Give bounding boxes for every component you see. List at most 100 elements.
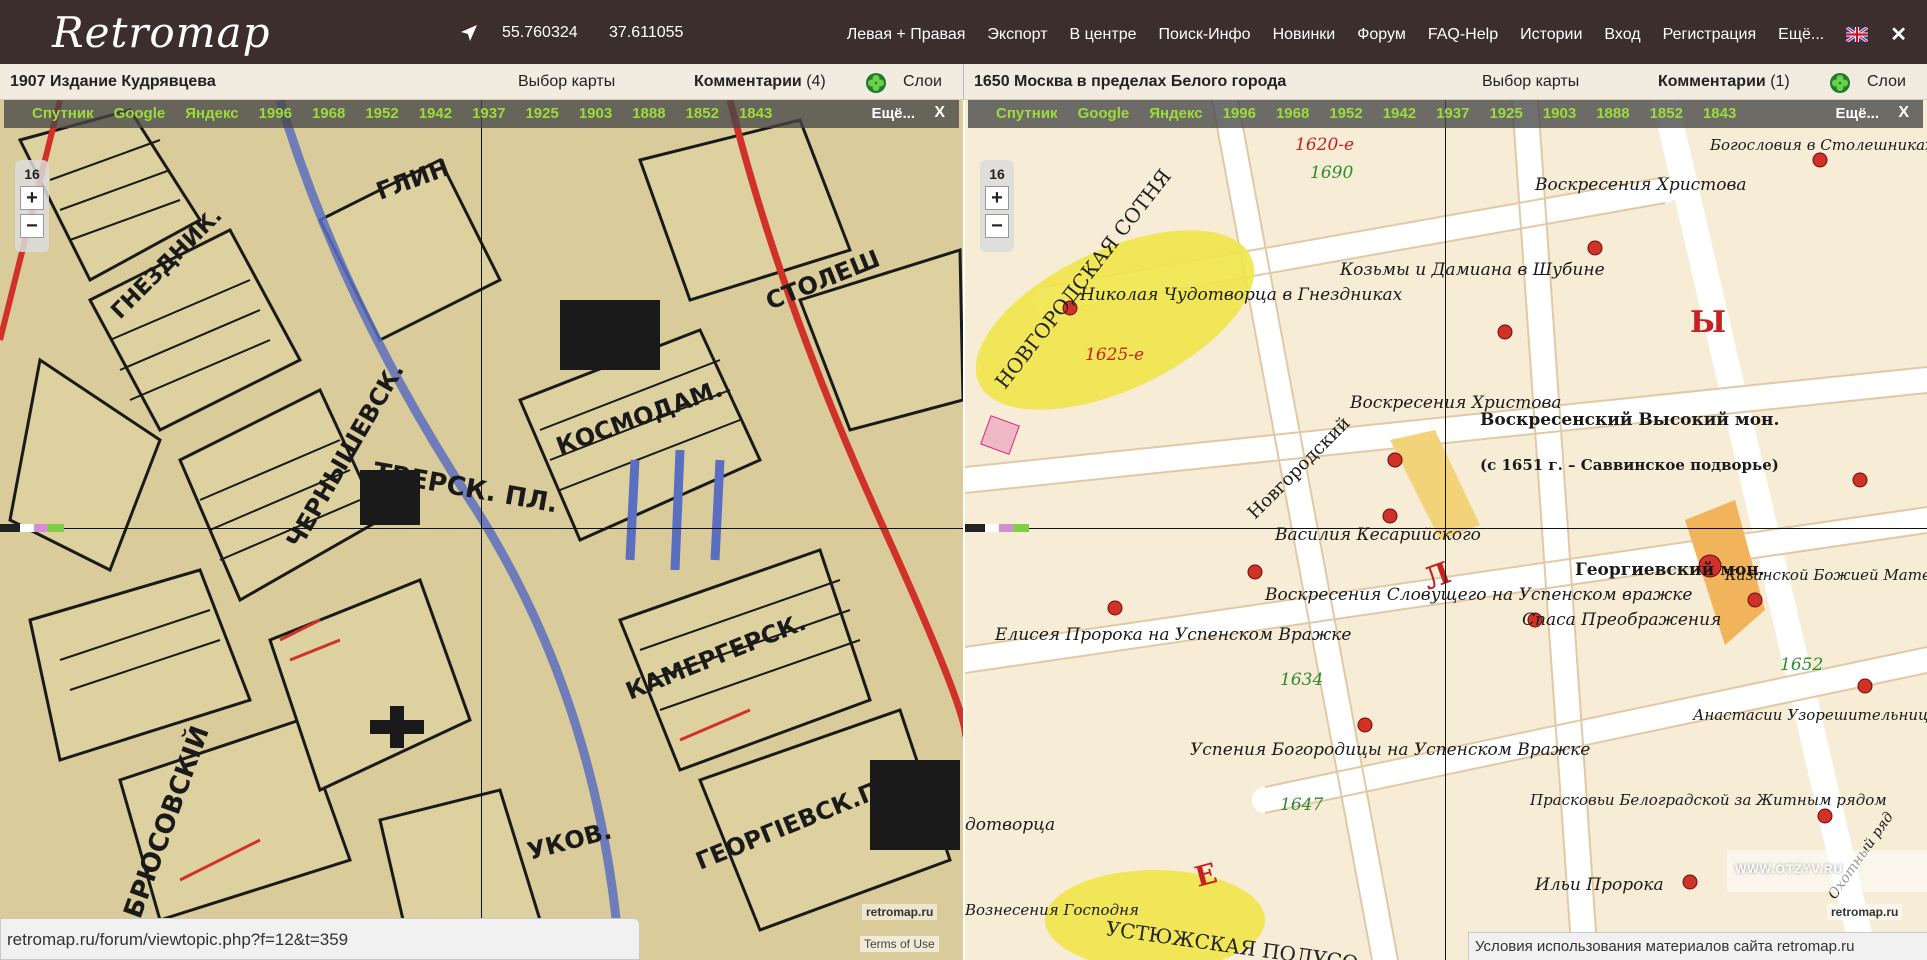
comments-label: Комментарии xyxy=(694,73,802,90)
terms-of-use-link[interactable]: Terms of Use xyxy=(860,936,939,952)
menu-export[interactable]: Экспорт xyxy=(987,26,1047,44)
close-icon[interactable]: ✕ xyxy=(1890,22,1907,47)
menu-news[interactable]: Новинки xyxy=(1273,26,1336,44)
otzyv-watermark: WWW.OTZYV.RU xyxy=(1727,850,1927,892)
year-tab-1888[interactable]: 1888 xyxy=(632,105,665,122)
zoom-out-button[interactable]: − xyxy=(985,214,1009,238)
map-label-dotvortsa: дотворца xyxy=(965,815,1055,835)
map-label-uspen: Успения Богородицы на Успенском Вражке xyxy=(1190,740,1590,760)
left-map-pane[interactable]: ТВЕРСК. ПЛ. КОСМОДАМ. КАМЕРГЕРСК. ГЕОРГI… xyxy=(0,100,963,960)
map-label-kazan: Казанской Божией Матери xyxy=(1724,566,1927,584)
map-label-1647: 1647 xyxy=(1280,795,1323,815)
map-label-1690: 1690 xyxy=(1310,163,1353,183)
main-menu: Левая + Правая Экспорт В центре Поиск-Ин… xyxy=(847,22,1907,47)
year-tab-1942[interactable]: 1942 xyxy=(1383,105,1416,122)
zoom-level: 16 xyxy=(24,166,40,182)
map-watermark: retromap.ru xyxy=(862,904,938,920)
scale-bar xyxy=(965,524,1029,532)
year-tab-yandex[interactable]: Яндекс xyxy=(185,105,238,122)
year-tab-satellite[interactable]: Спутник xyxy=(32,105,94,122)
site-logo[interactable]: Retromap xyxy=(52,8,270,57)
left-close-strip-icon[interactable]: X xyxy=(934,104,945,122)
menu-register[interactable]: Регистрация xyxy=(1663,26,1757,44)
menu-more[interactable]: Ещё... xyxy=(1778,26,1824,44)
scale-bar xyxy=(0,524,64,532)
right-layers-button[interactable]: Слои xyxy=(1867,73,1906,91)
year-tab-1843[interactable]: 1843 xyxy=(1703,105,1736,122)
year-tab-1937[interactable]: 1937 xyxy=(1436,105,1469,122)
zoom-level: 16 xyxy=(989,166,1005,182)
left-year-list: Спутник Google Яндекс 1996 1968 1952 194… xyxy=(32,105,772,122)
zoom-in-button[interactable]: + xyxy=(985,186,1009,210)
longitude-readout: 37.611055 xyxy=(609,24,684,41)
uk-flag-icon[interactable] xyxy=(1846,27,1869,42)
map-label-bogosl: Богословия в Столешниках xyxy=(1709,136,1927,154)
clover-icon[interactable] xyxy=(1829,72,1851,94)
year-tab-1925[interactable]: 1925 xyxy=(525,105,558,122)
menu-login[interactable]: Вход xyxy=(1604,26,1640,44)
menu-left-right[interactable]: Левая + Правая xyxy=(847,26,966,44)
year-tab-1942[interactable]: 1942 xyxy=(419,105,452,122)
right-map-title: 1650 Москва в пределах Белого города xyxy=(974,73,1287,90)
map-label-1652: 1652 xyxy=(1780,655,1823,675)
right-year-strip: Спутник Google Яндекс 1996 1968 1952 194… xyxy=(968,100,1923,128)
menu-faq[interactable]: FAQ-Help xyxy=(1428,26,1498,44)
menu-center[interactable]: В центре xyxy=(1070,26,1137,44)
year-tab-1952[interactable]: 1952 xyxy=(365,105,398,122)
old-map-1650: НОВГОРОДСКАЯ СОТНЯ Николая Чудотворца в … xyxy=(965,100,1927,960)
right-year-list: Спутник Google Яндекс 1996 1968 1952 194… xyxy=(996,105,1736,122)
map-label-elisey: Елисея Пророка на Успенском Вражке xyxy=(994,625,1351,645)
menu-search-info[interactable]: Поиск-Инфо xyxy=(1159,26,1251,44)
left-comments-button[interactable]: Комментарии (4) xyxy=(694,73,826,91)
year-tab-1925[interactable]: 1925 xyxy=(1489,105,1522,122)
left-map-select-button[interactable]: Выбор карты xyxy=(518,73,615,91)
right-map-pane[interactable]: НОВГОРОДСКАЯ СОТНЯ Николая Чудотворца в … xyxy=(965,100,1927,960)
navigation-arrow-icon[interactable] xyxy=(458,22,480,44)
year-tab-1843[interactable]: 1843 xyxy=(739,105,772,122)
left-more-years-button[interactable]: Ещё... xyxy=(871,105,915,122)
map-watermark: retromap.ru xyxy=(1827,904,1903,920)
year-tab-1852[interactable]: 1852 xyxy=(686,105,719,122)
year-tab-1888[interactable]: 1888 xyxy=(1596,105,1629,122)
menu-forum[interactable]: Форум xyxy=(1357,26,1406,44)
year-tab-google[interactable]: Google xyxy=(1078,105,1130,122)
right-close-strip-icon[interactable]: X xyxy=(1898,104,1909,122)
clover-icon[interactable] xyxy=(865,72,887,94)
year-tab-1903[interactable]: 1903 xyxy=(1543,105,1576,122)
right-comments-button[interactable]: Комментарии (1) xyxy=(1658,73,1790,91)
map-label-ilya: Ильи Пророка xyxy=(1534,875,1664,895)
year-tab-1852[interactable]: 1852 xyxy=(1650,105,1683,122)
comments-label: Комментарии xyxy=(1658,73,1766,90)
map-label-voskr-mon: Воскресенский Высокий мон. xyxy=(1480,410,1779,430)
year-tab-1903[interactable]: 1903 xyxy=(579,105,612,122)
right-more-years-button[interactable]: Ещё... xyxy=(1835,105,1879,122)
year-tab-google[interactable]: Google xyxy=(114,105,166,122)
map-letter-y: Ы xyxy=(1690,305,1726,340)
left-layers-button[interactable]: Слои xyxy=(903,73,942,91)
map-label-nikolay: Николая Чудотворца в Гнездниках xyxy=(1079,285,1403,305)
crosshair-vertical xyxy=(1445,100,1446,960)
year-tab-1952[interactable]: 1952 xyxy=(1329,105,1362,122)
map-label-voskr-slov: Воскресения Словущего на Успенском вражк… xyxy=(1264,585,1692,605)
year-tab-1937[interactable]: 1937 xyxy=(472,105,505,122)
year-tab-satellite[interactable]: Спутник xyxy=(996,105,1058,122)
map-label-1620: 1620-е xyxy=(1295,135,1354,155)
year-tab-1996[interactable]: 1996 xyxy=(1223,105,1256,122)
comments-count: (1) xyxy=(1770,73,1790,90)
year-tab-1968[interactable]: 1968 xyxy=(312,105,345,122)
map-label-kozma: Козьмы и Дамиана в Шубине xyxy=(1339,260,1605,280)
map-label-anastasia: Анастасии Узорешительницы xyxy=(1692,706,1927,724)
menu-stories[interactable]: Истории xyxy=(1520,26,1582,44)
map-label-voznesenie: Вознесения Господня xyxy=(965,901,1139,919)
usage-terms-link[interactable]: Условия использования материалов сайта r… xyxy=(1468,932,1927,960)
zoom-control: 16 + − xyxy=(15,160,49,252)
zoom-out-button[interactable]: − xyxy=(20,214,44,238)
year-tab-1968[interactable]: 1968 xyxy=(1276,105,1309,122)
year-tab-yandex[interactable]: Яндекс xyxy=(1149,105,1202,122)
crosshair-vertical xyxy=(481,100,482,960)
year-tab-1996[interactable]: 1996 xyxy=(259,105,292,122)
right-map-select-button[interactable]: Выбор карты xyxy=(1482,73,1579,91)
map-label-savvinskoe: (с 1651 г. – Саввинское подворье) xyxy=(1480,456,1779,474)
zoom-in-button[interactable]: + xyxy=(20,186,44,210)
zoom-control: 16 + − xyxy=(980,160,1014,252)
